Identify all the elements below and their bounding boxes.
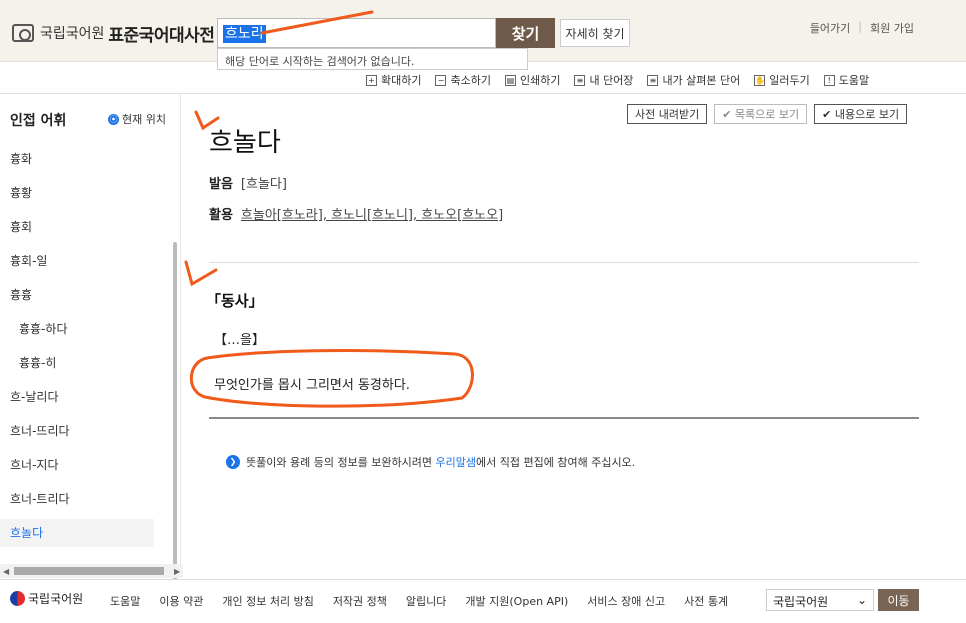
conjugation-label: 활용 <box>209 208 233 223</box>
conjugation-value[interactable]: 흐놀아[흐노라], 흐노니[흐노니], 흐노오[흐노오] <box>241 204 503 223</box>
toolbar-item[interactable]: ▤ 인쇄하기 <box>504 72 561 88</box>
notice-text-after: 에서 직접 편집에 참여해 주십시오. <box>476 456 636 469</box>
separator: | <box>858 20 863 33</box>
toolbar-item[interactable]: ≡ 내가 살펴본 단어 <box>647 72 740 88</box>
scroll-right-icon[interactable]: ▶ <box>174 567 180 576</box>
sidebar-word-item[interactable]: 흉황 <box>0 176 170 210</box>
search-input[interactable]: 흐노리 <box>223 25 266 43</box>
toolbar-item-label: 일러두기 <box>769 74 810 87</box>
scroll-thumb[interactable] <box>14 567 164 575</box>
sidebar-word-item[interactable]: 흉회 <box>0 210 170 244</box>
sidebar-word-item[interactable]: 흉화 <box>0 142 170 176</box>
edit-notice: ❯ 뜻풀이와 용례 등의 정보를 보완하시려면 우리말샘에서 직접 편집에 참여… <box>226 454 635 470</box>
footer-link[interactable]: 사전 통계 <box>684 593 728 609</box>
search-button[interactable]: 찾기 <box>496 18 555 48</box>
sidebar-word-item[interactable]: 흉회-일 <box>0 244 170 278</box>
sidebar-word-item[interactable]: 흐너-뜨리다 <box>0 414 170 448</box>
footer-link[interactable]: 이용 약관 <box>159 593 203 609</box>
toolbar-item[interactable]: ! 도움말 <box>823 72 870 88</box>
sidebar-word-item[interactable]: 흐너-지다 <box>0 448 170 482</box>
history-icon: ≡ <box>647 74 659 86</box>
pronunciation-value: [흐놀다] <box>240 177 287 192</box>
divider <box>209 262 919 263</box>
zoom-in-icon: + <box>366 74 377 86</box>
footer-logo[interactable]: 국립국어원 <box>10 590 83 607</box>
footer-link[interactable]: 개인 정보 처리 방침 <box>222 593 313 609</box>
site-logo[interactable]: 국립국어원 표준국어대사전 <box>12 20 215 46</box>
toolbar-item-label: 축소하기 <box>450 74 491 87</box>
search-suggestion-dropdown: 해당 단어로 시작하는 검색어가 없습니다. <box>217 48 528 70</box>
toolbar-item[interactable]: ✋ 일러두기 <box>754 72 810 88</box>
annotation-stroke <box>184 260 218 287</box>
definition: 무엇인가를 몹시 그리면서 동경하다. <box>214 378 410 393</box>
footer-link[interactable]: 개발 지원(Open API) <box>465 593 568 609</box>
print-icon: ▤ <box>504 74 516 86</box>
org-select-value: 국립국어원 <box>773 595 829 609</box>
current-position-label: 현재 위치 <box>122 113 166 126</box>
footer-link[interactable]: 저작권 정책 <box>333 593 387 609</box>
arrow-right-icon: ❯ <box>226 455 240 469</box>
toolbar: + 확대하기 − 축소하기 ▤ 인쇄하기 ≡ 내 단어장 ≡ 내가 살펴본 단어 ✋ 일러두기! 도움말 <box>366 70 869 90</box>
list-view-button[interactable]: ✔ 목록으로 보기 <box>714 104 808 124</box>
toolbar-item-label: 내 단어장 <box>589 74 634 87</box>
headword: 흐놀다 <box>209 128 281 158</box>
download-dictionary-button[interactable]: 사전 내려받기 <box>627 104 708 124</box>
sidebar-word-item[interactable]: 흉흉-하다 <box>0 312 170 346</box>
footer-org: 국립국어원 <box>28 592 84 606</box>
footer-link[interactable]: 알립니다 <box>406 593 446 609</box>
divider <box>209 417 919 419</box>
toolbar-item[interactable]: + 확대하기 <box>366 72 421 88</box>
help-icon: ! <box>823 74 835 86</box>
signup-link[interactable]: 회원 가입 <box>870 20 914 36</box>
account-links: 들어가기 | 회원 가입 <box>810 20 914 36</box>
conjugation: 활용 흐놀아[흐노라], 흐노니[흐노니], 흐노오[흐노오] <box>209 204 503 223</box>
footer-link[interactable]: 도움말 <box>110 593 140 609</box>
sentence-pattern: 【…을】 <box>214 333 265 348</box>
logo-icon <box>12 24 34 42</box>
pronunciation-label: 발음 <box>209 177 233 192</box>
sidebar-word-item[interactable]: 흉흉-히 <box>0 346 170 380</box>
wordbook-icon: ≡ <box>574 74 586 86</box>
view-actions: 사전 내려받기 ✔ 목록으로 보기 ✔ 내용으로 보기 <box>627 104 908 124</box>
chevron-down-icon: ⌄ <box>856 593 867 607</box>
sidebar-divider <box>180 94 181 564</box>
footer-link[interactable]: 서비스 장애 신고 <box>587 593 665 609</box>
toolbar-item-label: 도움말 <box>838 74 870 87</box>
toolbar-item-label: 인쇄하기 <box>519 74 561 87</box>
zoom-out-icon: − <box>435 74 447 86</box>
guide-icon: ✋ <box>754 74 766 86</box>
logo-org: 국립국어원 <box>40 26 105 42</box>
logo-title: 표준국어대사전 <box>108 25 215 46</box>
pronunciation: 발음 [흐놀다] <box>209 173 287 192</box>
adjacent-word-list: 흉화 흉황 흉회 흉회-일 흉흉 흉흉-하다 흉흉-히 흐-날리다 흐너-뜨리다 흐너-지다 흐너-… <box>0 142 170 547</box>
sidebar-word-item[interactable]: 흐-날리다 <box>0 380 170 414</box>
urimalsaem-link[interactable]: 우리말샘 <box>436 456 476 469</box>
search-box[interactable]: 흐노리 <box>217 18 496 48</box>
go-button[interactable]: 이동 <box>878 589 919 611</box>
horizontal-scrollbar[interactable]: ◀ ▶ <box>0 564 183 578</box>
advanced-search-button[interactable]: 자세히 찾기 <box>560 19 630 47</box>
notice-text-before: 뜻풀이와 용례 등의 정보를 보완하시려면 <box>246 456 436 469</box>
toolbar-item-label: 내가 살펴본 단어 <box>662 74 741 87</box>
login-link[interactable]: 들어가기 <box>810 20 850 36</box>
site-footer: 국립국어원 도움말 이용 약관 개인 정보 처리 방침 저작권 정책 알립니다 개발 지원… <box>0 579 966 623</box>
sidebar-word-item[interactable]: 흐놀다 <box>0 519 154 547</box>
toolbar-item[interactable]: ≡ 내 단어장 <box>574 72 633 88</box>
footer-links: 도움말 이용 약관 개인 정보 처리 방침 저작권 정책 알립니다 개발 지원(Open … <box>110 593 728 609</box>
sidebar-word-item[interactable]: 흉흉 <box>0 278 170 312</box>
part-of-speech: 「동사」 <box>206 292 264 310</box>
org-emblem-icon <box>10 591 25 606</box>
sidebar-title: 인접 어휘 <box>10 113 67 129</box>
toolbar-item-label: 확대하기 <box>381 74 422 87</box>
content-view-button[interactable]: ✔ 내용으로 보기 <box>814 104 908 124</box>
location-icon: ⦿ <box>108 113 119 125</box>
current-position-button[interactable]: ⦿ 현재 위치 <box>108 111 166 127</box>
sidebar: 인접 어휘 ⦿ 현재 위치 흉화 흉황 흉회 흉회-일 흉흉 흉흉-하다 흉흉-히 흐-날리다 흐… <box>0 94 180 623</box>
toolbar-item[interactable]: − 축소하기 <box>435 72 491 88</box>
sidebar-word-item[interactable]: 흐너-트리다 <box>0 482 170 516</box>
scroll-left-icon[interactable]: ◀ <box>3 567 9 576</box>
org-select[interactable]: 국립국어원 ⌄ <box>766 589 874 611</box>
